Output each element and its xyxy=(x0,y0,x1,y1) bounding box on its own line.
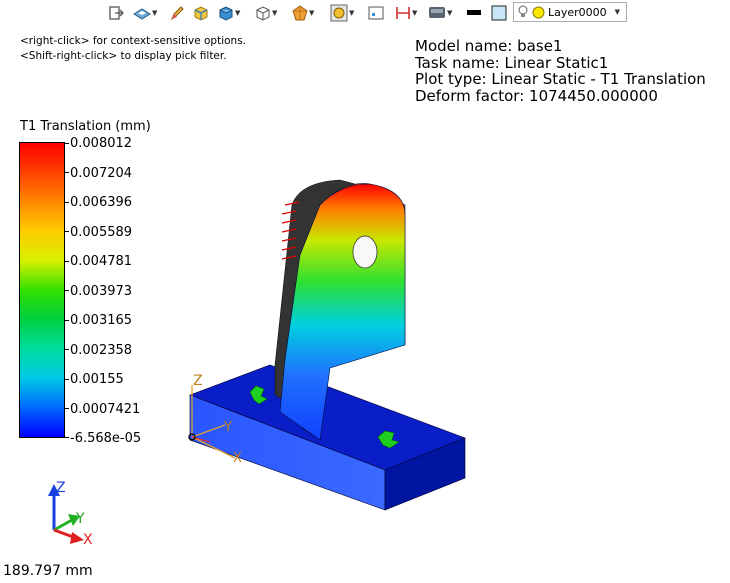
legend-tick xyxy=(65,231,69,232)
color-swatch-icon[interactable] xyxy=(466,3,482,23)
deform-factor: Deform factor: 1074450.000000 xyxy=(415,86,658,105)
model-info: Model name: base1 Task name: Linear Stat… xyxy=(415,38,706,104)
legend-color-bar xyxy=(19,142,65,438)
layer-color-icon xyxy=(532,6,545,18)
layer-bulb-icon xyxy=(518,5,528,17)
legend-tick xyxy=(65,143,69,144)
legend-tick xyxy=(65,261,69,262)
legend-tick xyxy=(65,349,69,350)
render-icon[interactable]: ▼ xyxy=(428,3,452,23)
legend-title: T1 Translation (mm) xyxy=(20,119,151,134)
triad-x-label: X xyxy=(83,532,93,548)
fringe-icon[interactable]: ▼ xyxy=(292,3,314,23)
triad-y-label: Y xyxy=(75,511,85,527)
local-axis-z-label: Z xyxy=(193,373,203,389)
wireframe-cube-icon[interactable]: ▼ xyxy=(255,3,277,23)
context-hints: <right-click> for context-sensitive opti… xyxy=(20,34,246,64)
legend-label: 0.0007421 xyxy=(70,402,141,417)
legend-label: 0.002358 xyxy=(70,343,133,358)
clip-icon[interactable]: ▼ xyxy=(395,3,417,23)
solid-cube-icon[interactable]: ▼ xyxy=(218,3,240,23)
legend-label: 0.00155 xyxy=(70,372,124,387)
task-name: Task name: Linear Static1 xyxy=(415,53,609,72)
legend-label: 0.007204 xyxy=(70,166,133,181)
legend-tick xyxy=(65,172,69,173)
legend-label: 0.006396 xyxy=(70,195,133,210)
view-orient-icon[interactable]: ▼ xyxy=(133,3,157,23)
legend-tick xyxy=(65,379,69,380)
shaded-box-icon[interactable] xyxy=(193,3,209,23)
legend-label: 0.004781 xyxy=(70,254,133,269)
legend-tick xyxy=(65,408,69,409)
triad-z-label: Z xyxy=(56,480,66,496)
legend-tick xyxy=(65,202,69,203)
hint-shift-right-click: <Shift-right-click> to display pick filt… xyxy=(20,50,227,62)
fem-model-view[interactable]: Z Y X xyxy=(160,165,480,525)
layer-name: Layer0000 xyxy=(548,5,607,19)
plot-type: Plot type: Linear Static - T1 Translatio… xyxy=(415,70,706,88)
legend-label: 0.005589 xyxy=(70,225,133,240)
legend-tick xyxy=(65,290,69,291)
local-axis-y-label: Y xyxy=(223,420,232,435)
legend-label: 0.003973 xyxy=(70,284,133,299)
local-axis-x-label: X xyxy=(233,451,242,466)
hint-right-click: <right-click> for context-sensitive opti… xyxy=(20,35,247,47)
scale-readout: 189.797 mm xyxy=(3,563,93,579)
arm-hole xyxy=(352,235,378,269)
chevron-down-icon: ▼ xyxy=(614,8,620,16)
layer-selector[interactable]: Layer0000 ▼ xyxy=(513,2,627,22)
legend-label: 0.008012 xyxy=(70,136,133,151)
display-icon[interactable] xyxy=(368,3,384,23)
exit-icon[interactable] xyxy=(108,3,124,23)
model-name: Model name: base1 xyxy=(415,37,563,55)
background-icon[interactable] xyxy=(491,3,507,23)
legend-tick xyxy=(65,320,69,321)
global-axis-triad: Z Y X xyxy=(48,480,93,548)
view-toolbar: ▼ ▼ ▼ ▼ ▼ ▼ ▼ Layer0000 ▼ xyxy=(0,0,730,26)
pencil-icon[interactable] xyxy=(170,3,184,23)
legend-label: -6.568e-05 xyxy=(70,431,142,446)
select-icon[interactable]: ▼ xyxy=(330,3,354,23)
legend-label: 0.003165 xyxy=(70,313,133,328)
legend-tick xyxy=(65,437,69,438)
